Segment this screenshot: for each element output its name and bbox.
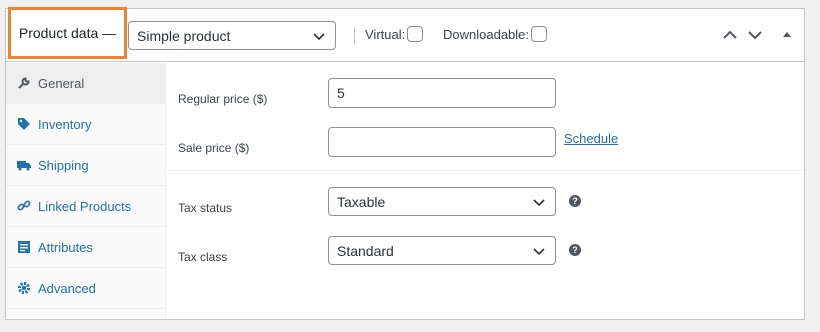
tag-icon — [17, 117, 31, 131]
truck-icon — [17, 158, 31, 172]
sale-price-label: Sale price ($) — [178, 141, 250, 155]
product-data-tabs: General Inventory Shipping Linked Produc… — [6, 63, 166, 319]
tab-general-label: General — [38, 75, 85, 91]
move-down-icon[interactable] — [746, 26, 764, 44]
tax-class-value: Standard — [337, 242, 394, 259]
regular-price-label: Regular price ($) — [178, 92, 268, 106]
tax-class-select[interactable]: Standard — [328, 236, 556, 265]
tax-status-help-icon[interactable]: ? — [569, 195, 581, 207]
collapse-toggle-icon[interactable] — [778, 26, 796, 44]
virtual-option: Virtual: — [365, 26, 424, 42]
tab-attributes[interactable]: Attributes — [6, 227, 165, 268]
tab-general[interactable]: General — [6, 63, 165, 104]
tab-attributes-label: Attributes — [38, 239, 93, 255]
tab-shipping-label: Shipping — [38, 157, 89, 173]
tax-status-label: Tax status — [178, 201, 233, 215]
chevron-down-icon — [313, 33, 325, 41]
downloadable-checkbox[interactable] — [531, 26, 548, 42]
header-separator — [354, 27, 355, 44]
product-data-title: Product data — — [18, 25, 117, 41]
wrench-icon — [17, 76, 31, 90]
chevron-down-icon — [533, 199, 545, 207]
regular-price-input[interactable]: 5 — [328, 78, 556, 108]
tab-inventory-label: Inventory — [38, 116, 92, 132]
section-divider — [167, 170, 804, 171]
downloadable-option: Downloadable: — [443, 26, 548, 42]
product-data-header: Product data — Simple product Virtual: D… — [6, 7, 804, 62]
move-up-icon[interactable] — [721, 26, 739, 44]
downloadable-label: Downloadable: — [443, 26, 530, 42]
tab-linked-products-label: Linked Products — [38, 198, 132, 214]
tax-status-value: Taxable — [337, 193, 386, 210]
schedule-link[interactable]: Schedule — [564, 131, 618, 146]
product-type-value: Simple product — [137, 27, 231, 44]
product-type-select[interactable]: Simple product — [128, 21, 336, 50]
product-data-panel: Product data — Simple product Virtual: D… — [5, 7, 805, 320]
list-icon — [17, 240, 31, 254]
tax-class-help-icon[interactable]: ? — [569, 244, 581, 256]
tab-advanced[interactable]: Advanced — [6, 268, 165, 309]
virtual-label: Virtual: — [365, 26, 406, 42]
chevron-down-icon — [533, 248, 545, 256]
tab-inventory[interactable]: Inventory — [6, 104, 165, 145]
sale-price-input[interactable] — [328, 127, 556, 157]
tax-status-select[interactable]: Taxable — [328, 187, 556, 216]
tab-advanced-label: Advanced — [38, 280, 96, 296]
product-data-title-highlight: Product data — — [8, 7, 127, 59]
general-panel: Regular price ($) 5 Sale price ($) Sched… — [167, 63, 804, 319]
tab-shipping[interactable]: Shipping — [6, 145, 165, 186]
link-icon — [17, 199, 31, 213]
regular-price-value: 5 — [337, 85, 345, 101]
tax-class-label: Tax class — [178, 250, 228, 264]
gear-icon — [17, 281, 31, 295]
tab-linked-products[interactable]: Linked Products — [6, 186, 165, 227]
virtual-checkbox[interactable] — [407, 26, 424, 42]
